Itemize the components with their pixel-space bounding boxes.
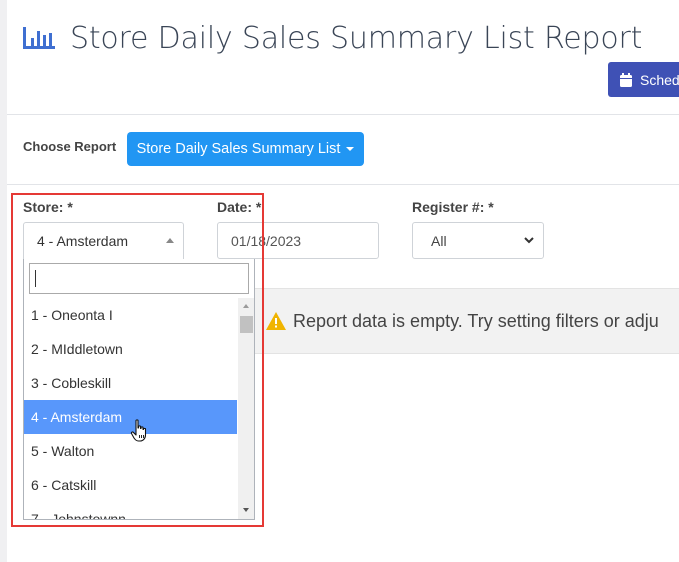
empty-report-message: Report data is empty. Try setting filter… xyxy=(255,288,679,354)
warning-icon xyxy=(266,312,286,330)
caret-down-icon xyxy=(346,147,355,151)
report-selector-label: Store Daily Sales Summary List xyxy=(136,141,341,157)
choose-report-label: Choose Report xyxy=(23,139,117,154)
chevron-down-icon xyxy=(524,237,534,244)
register-select[interactable]: All xyxy=(412,222,544,259)
empty-message-text: Report data is empty. Try setting filter… xyxy=(293,310,659,331)
divider xyxy=(7,184,679,185)
register-select-value: All xyxy=(431,232,447,249)
schedule-button-label: Schedule xyxy=(640,71,679,88)
report-selector-button[interactable]: Store Daily Sales Summary List xyxy=(127,132,364,166)
page-title: Store Daily Sales Summary List Report xyxy=(70,20,643,56)
highlight-annotation-box xyxy=(11,193,264,527)
divider xyxy=(7,114,679,115)
page-header: Store Daily Sales Summary List Report xyxy=(22,18,642,58)
register-label: Register #: * xyxy=(412,199,494,215)
schedule-button[interactable]: Schedule xyxy=(608,62,679,97)
calendar-icon xyxy=(620,72,632,87)
bar-chart-icon xyxy=(23,27,55,49)
